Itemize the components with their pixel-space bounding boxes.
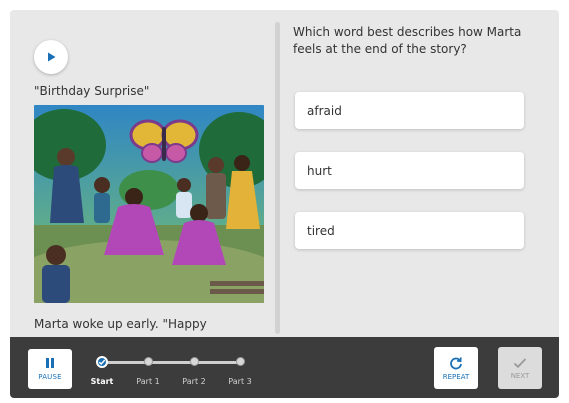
- progress-step-start: [96, 356, 108, 368]
- repeat-button[interactable]: REPEAT: [434, 347, 478, 389]
- repeat-icon: [450, 356, 462, 369]
- reading-activity-panel: "Birthday Surprise" Marta woke up early.…: [10, 10, 559, 398]
- pause-label: PAUSE: [38, 373, 62, 381]
- progress-label-start: Start: [90, 377, 114, 386]
- checkmark-icon: [98, 359, 106, 365]
- progress-step-part-3: [236, 357, 245, 366]
- story-title: "Birthday Surprise": [34, 84, 150, 98]
- play-audio-button[interactable]: [34, 40, 68, 74]
- progress-label-part-1: Part 1: [136, 377, 160, 386]
- progress-step-part-1: [144, 357, 153, 366]
- question-prompt: Which word best describes how Marta feel…: [293, 25, 522, 56]
- checkmark-icon: [513, 357, 527, 368]
- story-text: Marta woke up early. "Happy: [34, 317, 207, 331]
- progress-label-part-3: Part 3: [228, 377, 252, 386]
- story-illustration: [34, 105, 264, 303]
- progress-step-part-2: [190, 357, 199, 366]
- play-icon: [48, 52, 56, 62]
- answer-option-afraid[interactable]: afraid: [295, 92, 524, 129]
- progress-track: [102, 361, 242, 364]
- pause-icon: [46, 358, 54, 368]
- repeat-label: REPEAT: [442, 372, 470, 381]
- answer-option-hurt[interactable]: hurt: [295, 152, 524, 189]
- progress-label-part-2: Part 2: [182, 377, 206, 386]
- next-label: NEXT: [510, 371, 530, 380]
- answer-option-tired[interactable]: tired: [295, 212, 524, 249]
- panel-divider: [275, 22, 280, 334]
- next-button: NEXT: [498, 347, 542, 389]
- bottom-toolbar: PAUSE Start Part 1 Part 2 Part 3 REPEAT: [10, 337, 559, 398]
- pause-button[interactable]: PAUSE: [28, 349, 72, 389]
